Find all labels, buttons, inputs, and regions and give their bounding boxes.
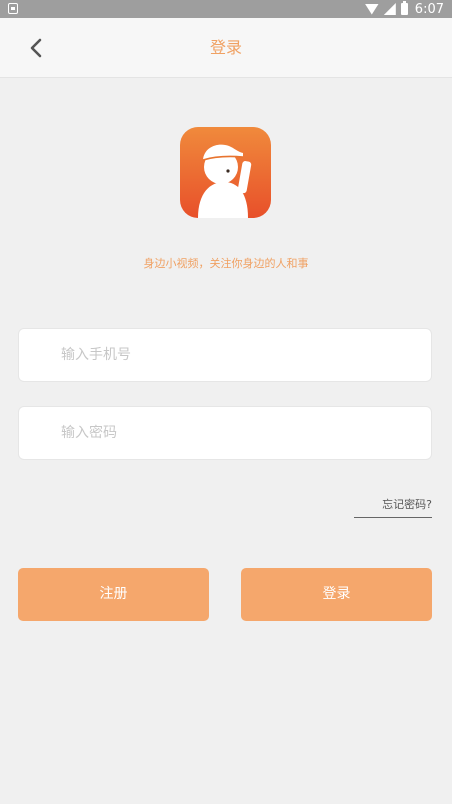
app-slogan: 身边小视频，关注你身边的人和事	[143, 257, 309, 270]
wifi-icon	[364, 3, 379, 15]
app-logo-icon	[180, 127, 271, 218]
app-logo	[180, 127, 271, 218]
back-button[interactable]	[22, 34, 50, 62]
phone-input[interactable]	[61, 329, 421, 381]
chevron-left-icon	[30, 38, 42, 58]
signal-icon	[383, 3, 396, 15]
page-title: 登录	[209, 38, 242, 57]
nav-bar: 登录	[0, 18, 452, 78]
notification-icon	[8, 3, 18, 14]
password-input[interactable]	[61, 407, 421, 459]
password-field[interactable]	[18, 406, 432, 460]
login-button[interactable]: 登录	[241, 568, 432, 621]
register-button[interactable]: 注册	[18, 568, 209, 621]
phone-field[interactable]	[18, 328, 432, 382]
battery-icon	[400, 1, 408, 15]
status-time: 6:07	[414, 1, 444, 17]
status-bar: 6:07	[0, 0, 452, 18]
forgot-password-link[interactable]: 忘记密码?	[354, 496, 432, 518]
status-indicators: 6:07	[364, 0, 444, 18]
